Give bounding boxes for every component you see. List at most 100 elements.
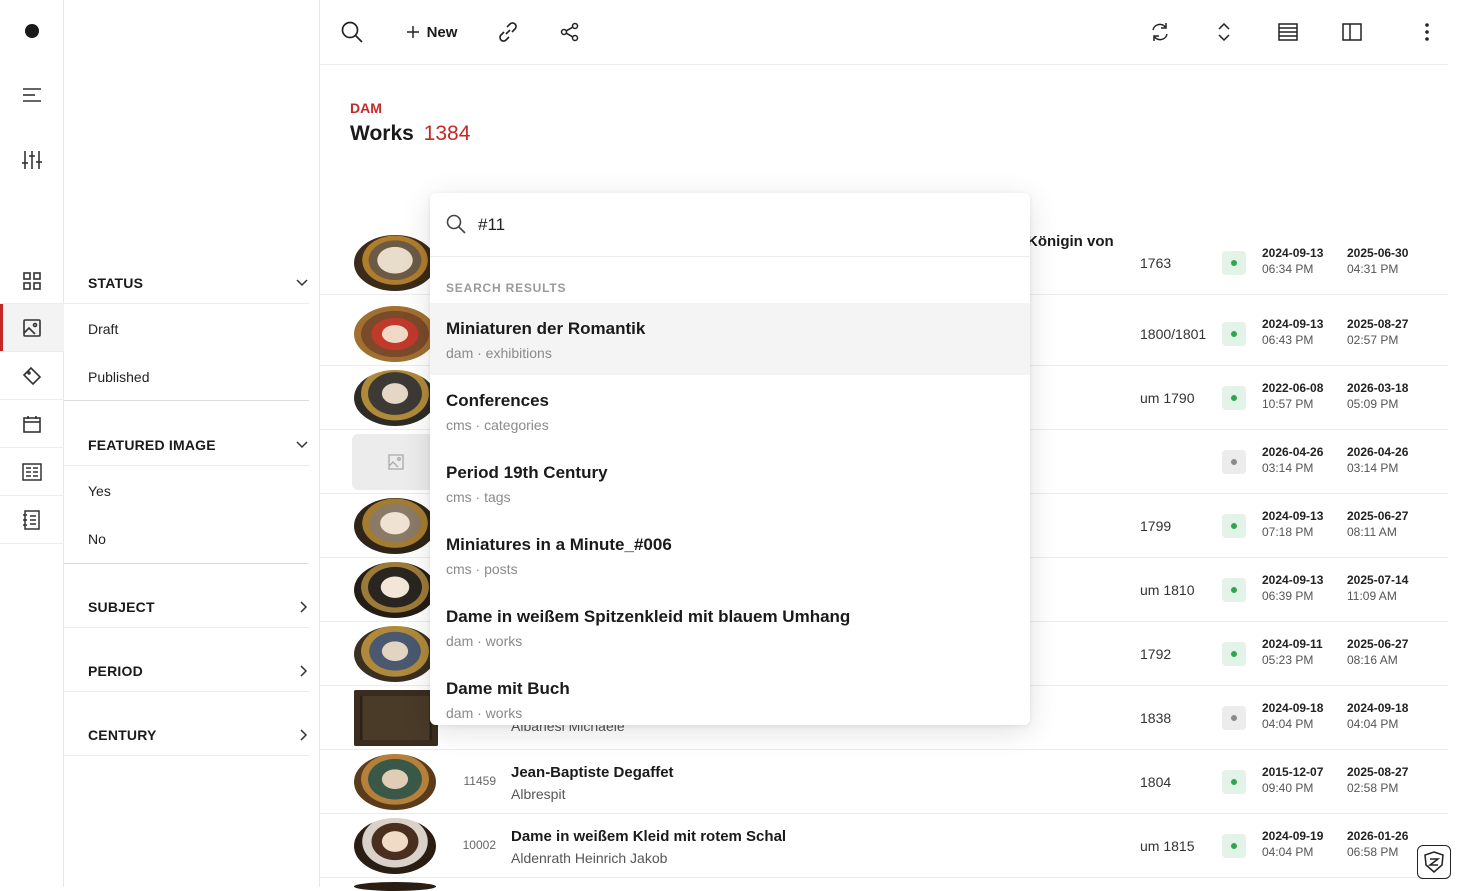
status-published-badge	[1222, 578, 1246, 602]
top-toolbar: New	[320, 0, 1448, 65]
updated-timestamp: 2026-03-18 05:09 PM	[1347, 381, 1409, 411]
new-button[interactable]: New	[402, 12, 462, 52]
created-timestamp: 2024-09-13 06:39 PM	[1262, 573, 1324, 603]
table-row[interactable]: 10002 Dame in weißem Kleid mit rotem Sch…	[320, 814, 1448, 878]
filter-option-no[interactable]: No	[88, 531, 106, 547]
filter-status-header[interactable]: STATUS	[88, 263, 308, 303]
work-thumbnail	[354, 562, 436, 618]
created-timestamp: 2022-06-08 10:57 PM	[1262, 381, 1324, 411]
list-view-button[interactable]	[1270, 12, 1306, 52]
filter-subject-label: SUBJECT	[88, 599, 155, 615]
works-image-icon[interactable]	[0, 304, 64, 352]
tag-icon[interactable]	[0, 352, 64, 400]
filter-option-draft[interactable]: Draft	[88, 321, 118, 337]
updated-timestamp: 2025-08-27 02:57 PM	[1347, 317, 1409, 347]
search-icon	[341, 21, 363, 43]
updated-timestamp: 2025-07-14 11:09 AM	[1347, 573, 1409, 603]
work-thumbnail-placeholder	[352, 434, 440, 490]
chevron-right-icon	[300, 601, 308, 613]
created-timestamp: 2024-09-13 06:34 PM	[1262, 246, 1324, 276]
chevron-right-icon	[300, 665, 308, 677]
status-published-badge	[1222, 514, 1246, 538]
search-result-source: dam · exhibitions	[446, 345, 552, 361]
search-result-title: Dame in weißem Spitzenkleid mit blauem U…	[446, 607, 851, 626]
filter-sliders-icon[interactable]	[0, 136, 64, 184]
work-id: 11459	[463, 774, 496, 788]
work-artist: Albrespit	[511, 786, 566, 802]
link-icon	[499, 22, 517, 42]
notebook-icon[interactable]	[0, 496, 64, 544]
search-result-title: Miniatures in a Minute_#006	[446, 535, 672, 554]
search-result-item[interactable]: Miniatures in a Minute_#006 cms · posts	[430, 519, 1030, 591]
search-results-label: SEARCH RESULTS	[446, 281, 567, 295]
share-icon	[560, 22, 579, 42]
search-button[interactable]	[334, 12, 370, 52]
filter-featured-image-header[interactable]: FEATURED IMAGE	[88, 425, 308, 465]
more-menu-button[interactable]	[1412, 12, 1442, 52]
status-draft-badge	[1222, 706, 1246, 730]
share-button[interactable]	[552, 12, 588, 52]
search-result-source: cms · posts	[446, 561, 518, 577]
work-date: 1799	[1140, 518, 1172, 534]
brand-shield-icon[interactable]	[1417, 845, 1451, 879]
filter-option-published[interactable]: Published	[88, 369, 150, 385]
chevron-up-down-icon	[1218, 23, 1230, 41]
work-date: 1763	[1140, 255, 1172, 271]
search-result-item[interactable]: Period 19th Century cms · tags	[430, 447, 1030, 519]
filter-period-header[interactable]: PERIOD	[88, 651, 308, 691]
work-thumbnail	[354, 818, 436, 874]
work-thumbnail	[354, 235, 436, 291]
filter-featured-image-label: FEATURED IMAGE	[88, 437, 216, 453]
updated-timestamp: 2025-06-27 08:16 AM	[1347, 637, 1409, 667]
status-published-badge	[1222, 251, 1246, 275]
updated-timestamp: 2026-04-26 03:14 PM	[1347, 445, 1409, 475]
new-button-label: New	[426, 23, 458, 41]
created-timestamp: 2024-09-18 04:04 PM	[1262, 701, 1324, 731]
work-thumbnail	[354, 498, 436, 554]
search-result-source: cms · categories	[446, 417, 549, 433]
status-published-badge	[1222, 770, 1246, 794]
work-thumbnail	[354, 626, 436, 682]
sidebar-toggle-button[interactable]	[1334, 12, 1370, 52]
newspaper-icon[interactable]	[0, 448, 64, 496]
updated-timestamp: 2024-09-18 04:04 PM	[1347, 701, 1409, 731]
sort-button[interactable]	[1206, 12, 1242, 52]
page-title-text: Works	[350, 122, 414, 145]
search-result-item[interactable]: Conferences cms · categories	[430, 375, 1030, 447]
updated-timestamp: 2025-08-27 02:58 PM	[1347, 765, 1409, 795]
work-date: 1804	[1140, 774, 1172, 790]
table-row[interactable]	[320, 878, 1448, 891]
image-placeholder-icon	[388, 454, 404, 470]
app-logo-icon[interactable]	[0, 7, 64, 55]
sidebar-panel-icon	[1342, 23, 1362, 41]
status-draft-badge	[1222, 450, 1246, 474]
chevron-down-icon	[296, 279, 308, 287]
filter-subject-header[interactable]: SUBJECT	[88, 587, 308, 627]
work-title: Jean-Baptiste Degaffet	[511, 764, 674, 781]
search-result-title: Period 19th Century	[446, 463, 608, 482]
table-row[interactable]: 11459 Jean-Baptiste Degaffet Albrespit 1…	[320, 750, 1448, 814]
search-result-item[interactable]: Dame in weißem Spitzenkleid mit blauem U…	[430, 591, 1030, 663]
chevron-down-icon	[296, 441, 308, 449]
updated-timestamp: 2025-06-30 04:31 PM	[1347, 246, 1409, 276]
search-input[interactable]	[478, 211, 998, 239]
search-result-item[interactable]: Dame mit Buch dam · works	[430, 663, 1030, 725]
calendar-icon[interactable]	[0, 400, 64, 448]
work-thumbnail	[354, 306, 436, 362]
link-button[interactable]	[490, 12, 526, 52]
table-rows-icon	[1278, 23, 1298, 41]
work-thumbnail	[354, 754, 436, 810]
work-date: um 1815	[1140, 838, 1195, 854]
dashboard-grid-icon[interactable]	[0, 257, 64, 305]
work-title: Dame in weißem Kleid mit rotem Schal	[511, 828, 787, 845]
refresh-button[interactable]	[1142, 12, 1178, 52]
status-published-badge	[1222, 834, 1246, 858]
status-published-badge	[1222, 642, 1246, 666]
search-result-item[interactable]: Miniaturen der Romantik dam · exhibition…	[430, 303, 1030, 375]
created-timestamp: 2024-09-13 06:43 PM	[1262, 317, 1324, 347]
filter-option-yes[interactable]: Yes	[88, 483, 111, 499]
work-title: Königin von	[1027, 233, 1114, 250]
filter-century-header[interactable]: CENTURY	[88, 715, 308, 755]
menu-icon[interactable]	[0, 71, 64, 119]
status-published-badge	[1222, 386, 1246, 410]
